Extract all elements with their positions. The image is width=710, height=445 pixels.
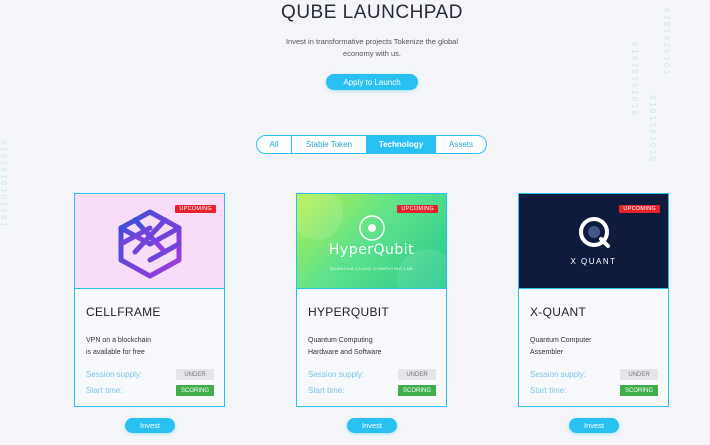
category-tabs: All Stable Token Technology Assets bbox=[256, 135, 487, 154]
session-supply-label: Session supply: bbox=[308, 370, 365, 379]
binary-decoration-right-1: 01010101010 bbox=[630, 42, 639, 117]
description-line: Hardware and Software bbox=[308, 349, 382, 356]
invest-button-cellframe[interactable]: Invest bbox=[125, 418, 175, 433]
start-time-value: SCORING bbox=[620, 385, 658, 396]
binary-decoration-left: 0101010101101 bbox=[0, 140, 8, 229]
start-time-value: SCORING bbox=[398, 385, 436, 396]
apply-to-launch-button[interactable]: Apply to Launch bbox=[326, 74, 418, 90]
tab-all[interactable]: All bbox=[257, 136, 292, 153]
start-time-label: Start time: bbox=[530, 386, 567, 395]
tab-assets[interactable]: Assets bbox=[436, 136, 486, 153]
start-time-label: Start time: bbox=[86, 386, 123, 395]
project-banner: X QUANT UPCOMING bbox=[519, 194, 668, 289]
project-banner: UPCOMING bbox=[75, 194, 224, 289]
project-name: HYPERQUBIT bbox=[308, 305, 390, 319]
project-description: VPN on a blockchain is available for fre… bbox=[86, 335, 196, 359]
status-badge: UPCOMING bbox=[397, 205, 438, 213]
description-line: Quantum Computing bbox=[308, 337, 373, 344]
invest-button-hyperqubit[interactable]: Invest bbox=[347, 418, 397, 433]
description-line: Assembler bbox=[530, 349, 564, 356]
description-line: is available for free bbox=[86, 349, 145, 356]
tab-technology[interactable]: Technology bbox=[367, 136, 436, 153]
x-quant-wordmark: X QUANT bbox=[570, 257, 617, 266]
page-subtitle: Invest in transformative projects Tokeni… bbox=[285, 37, 459, 58]
tab-stable-token[interactable]: Stable Token bbox=[292, 136, 367, 153]
session-supply-value: UNDER bbox=[398, 369, 436, 380]
session-supply-value: UNDER bbox=[176, 369, 214, 380]
project-card-hyperqubit[interactable]: HyperQubit QUANTUM CLOUD COMPUTING LAB U… bbox=[296, 193, 447, 407]
start-time-label: Start time: bbox=[308, 386, 345, 395]
hyperqubit-wordmark: HyperQubit bbox=[328, 242, 415, 258]
status-badge: UPCOMING bbox=[619, 205, 660, 213]
project-name: X-QUANT bbox=[530, 305, 587, 319]
project-card-cellframe[interactable]: UPCOMING CELLFRAME VPN on a blockchain i… bbox=[74, 193, 225, 407]
hyperqubit-tagline: QUANTUM CLOUD COMPUTING LAB bbox=[329, 266, 414, 271]
project-name: CELLFRAME bbox=[86, 305, 161, 319]
start-time-value: SCORING bbox=[176, 385, 214, 396]
project-description: Quantum Computing Hardware and Software bbox=[308, 335, 418, 359]
session-supply-value: UNDER bbox=[620, 369, 658, 380]
session-supply-label: Session supply: bbox=[86, 370, 143, 379]
project-card-x-quant[interactable]: X QUANT UPCOMING X-QUANT Quantum Compute… bbox=[518, 193, 669, 407]
project-banner: HyperQubit QUANTUM CLOUD COMPUTING LAB U… bbox=[297, 194, 446, 289]
project-description: Quantum Computer Assembler bbox=[530, 335, 640, 359]
invest-button-x-quant[interactable]: Invest bbox=[569, 418, 619, 433]
page-title: QUBE LAUNCHPAD bbox=[281, 2, 463, 23]
session-supply-label: Session supply: bbox=[530, 370, 587, 379]
binary-decoration-right-2: 0101101010 bbox=[648, 95, 657, 164]
description-line: Quantum Computer bbox=[530, 337, 592, 344]
status-badge: UPCOMING bbox=[175, 205, 216, 213]
description-line: VPN on a blockchain bbox=[86, 337, 151, 344]
